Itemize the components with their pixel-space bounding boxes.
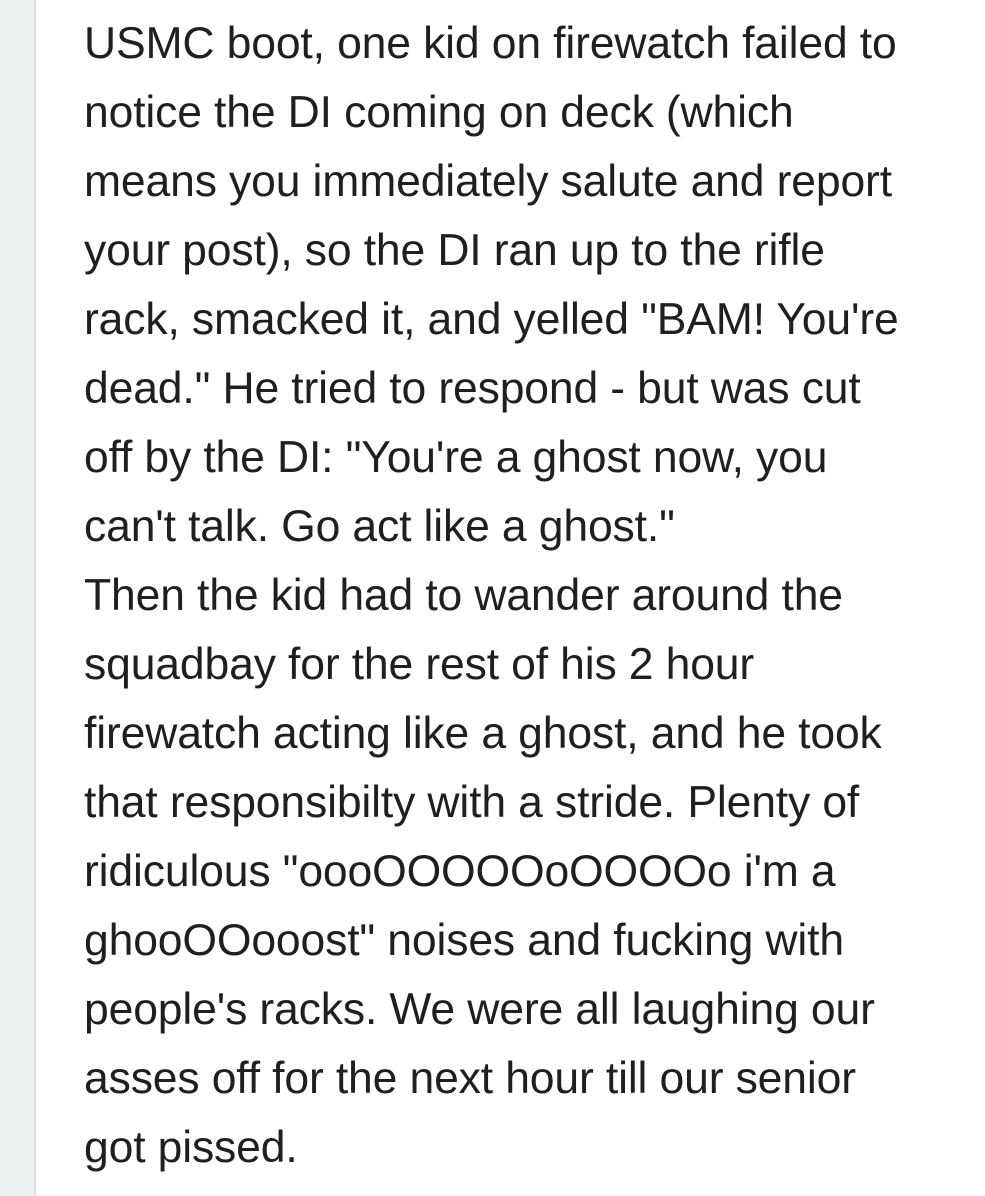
comment-view: USMC boot, one kid on firewatch failed t…: [0, 0, 985, 1196]
comment-line: firewatch acting like a ghost, and he to…: [84, 709, 882, 758]
comment-line: squadbay for the rest of his 2 hour: [84, 640, 755, 689]
comment-body: USMC boot, one kid on firewatch failed t…: [84, 9, 974, 1182]
comment-line: got pissed.: [84, 1123, 298, 1172]
comment-line: that responsibilty with a stride. Plenty…: [84, 778, 860, 827]
comment-line: asses off for the next hour till our sen…: [84, 1054, 856, 1103]
comment-line: can't talk. Go act like a ghost.": [84, 502, 675, 551]
comment-line: people's racks. We were all laughing our: [84, 985, 875, 1034]
comment-line: ridiculous "oooOOOOOoOOOOo i'm a: [84, 847, 836, 896]
comment-line: Then the kid had to wander around the: [84, 571, 843, 620]
thread-indent-gutter: [0, 0, 34, 1196]
comment-line: your post), so the DI ran up to the rifl…: [84, 226, 825, 275]
comment-line: USMC boot, one kid on firewatch failed t…: [84, 19, 897, 68]
comment-paragraph-1: USMC boot, one kid on firewatch failed t…: [84, 9, 974, 561]
thread-depth-line[interactable]: [34, 0, 36, 1196]
comment-line: notice the DI coming on deck (which: [84, 88, 794, 137]
comment-line: ghooOOooost" noises and fucking with: [84, 916, 844, 965]
comment-paragraph-2: Then the kid had to wander around the sq…: [84, 561, 974, 1182]
comment-line: means you immediately salute and report: [84, 157, 892, 206]
comment-line: dead." He tried to respond - but was cut: [84, 364, 861, 413]
comment-line: rack, smacked it, and yelled "BAM! You'r…: [84, 295, 899, 344]
comment-line: off by the DI: "You're a ghost now, you: [84, 433, 828, 482]
